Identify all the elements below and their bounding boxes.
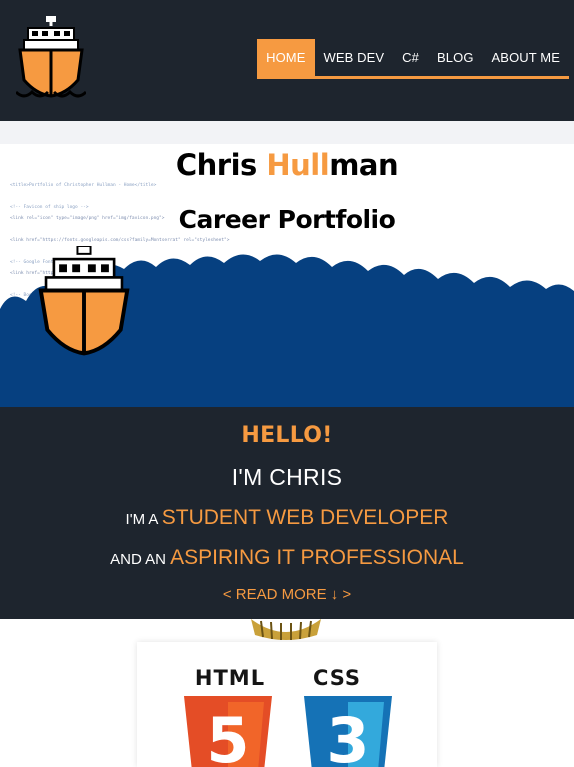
- nav-item-web-dev[interactable]: WEB DEV: [315, 39, 394, 76]
- main-nav: HOME WEB DEV C# BLOG ABOUT ME: [257, 39, 569, 79]
- nav-item-about-me[interactable]: ABOUT ME: [483, 39, 569, 76]
- hero-banner: <title>Portfolio of Christopher Hullman …: [0, 144, 574, 407]
- header-spacer: [0, 121, 574, 144]
- hero-title-accent: Hull: [266, 148, 330, 182]
- css3-shield-icon: 3: [304, 696, 392, 767]
- html-badge-label: HTML: [194, 666, 266, 690]
- html5-digit: 5: [206, 704, 249, 767]
- role-highlight: STUDENT WEB DEVELOPER: [161, 506, 449, 529]
- html5-shield-icon: 5: [184, 696, 272, 767]
- ship-illustration-icon: [38, 246, 130, 356]
- role-prefix: I'M A: [125, 511, 162, 528]
- paintbrush-icon: [251, 619, 321, 640]
- skills-section: HTML CSS 5 3: [0, 619, 574, 767]
- nav-item-blog[interactable]: BLOG: [428, 39, 483, 76]
- skills-card: HTML CSS 5 3: [137, 642, 437, 767]
- hello-heading: HELLO!: [241, 423, 333, 448]
- site-header: HOME WEB DEV C# BLOG ABOUT ME: [0, 0, 574, 121]
- aspiration-line: AND AN ASPIRING IT PROFESSIONAL: [0, 546, 574, 570]
- nav-item-csharp[interactable]: C#: [393, 39, 428, 76]
- read-more-link[interactable]: < READ MORE ↓ >: [0, 586, 574, 603]
- css-badge-label: CSS: [312, 666, 362, 690]
- hero-subtitle: Career Portfolio: [178, 205, 396, 234]
- role-line: I'M A STUDENT WEB DEVELOPER: [0, 506, 574, 530]
- name-heading: I'M CHRIS: [231, 464, 343, 490]
- hero-title-first: Chris: [175, 148, 267, 182]
- ship-logo-icon[interactable]: [16, 16, 86, 100]
- aspiration-prefix: AND AN: [110, 551, 171, 568]
- hero-title-last: man: [329, 148, 399, 182]
- nav-item-home[interactable]: HOME: [257, 39, 315, 76]
- aspiration-highlight: ASPIRING IT PROFESSIONAL: [170, 546, 464, 569]
- css3-digit: 3: [326, 704, 369, 767]
- hero-title: Chris Hullman: [0, 148, 574, 182]
- intro-section: HELLO! I'M CHRIS I'M A STUDENT WEB DEVEL…: [0, 407, 574, 619]
